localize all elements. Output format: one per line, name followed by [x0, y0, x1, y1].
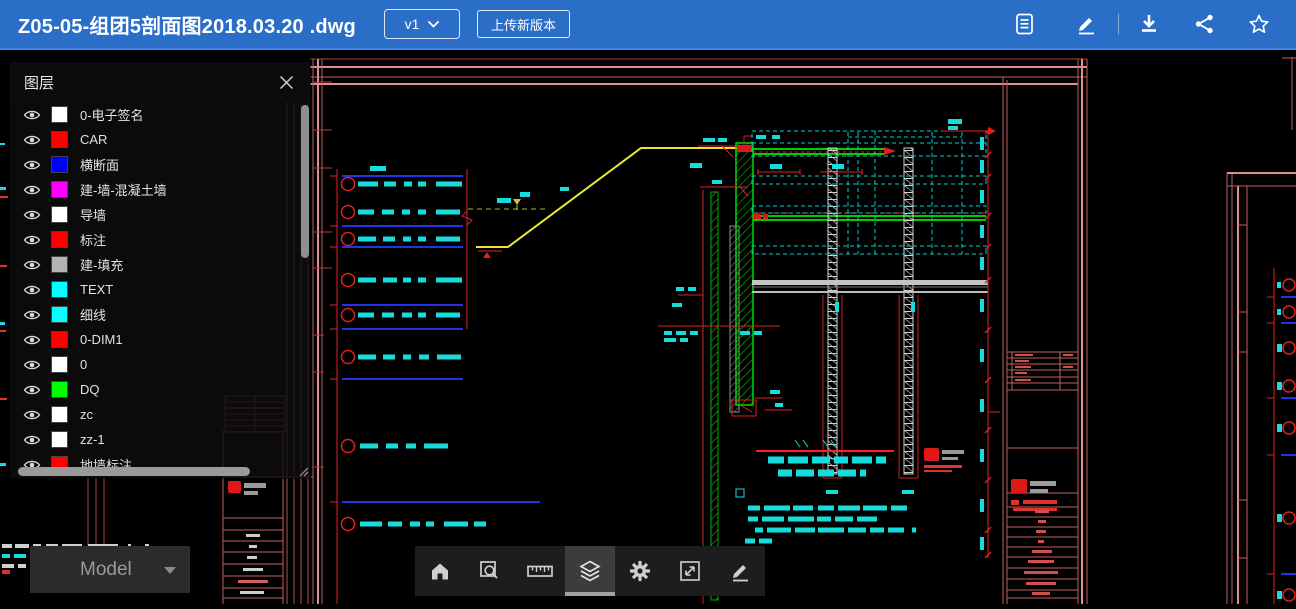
layer-row[interactable]: 标注	[10, 227, 310, 252]
layer-color-swatch[interactable]	[52, 257, 67, 272]
layer-name-label: 标注	[80, 230, 106, 249]
horizontal-scrollbar[interactable]	[18, 467, 250, 476]
layer-name-label: zz-1	[80, 432, 105, 447]
layer-color-swatch[interactable]	[52, 182, 67, 197]
layer-color-swatch[interactable]	[52, 132, 67, 147]
eye-visibility-icon[interactable]	[23, 158, 41, 172]
layer-row[interactable]: zz-1	[10, 427, 310, 452]
layer-color-swatch[interactable]	[52, 107, 67, 122]
layer-color-swatch[interactable]	[52, 332, 67, 347]
eye-visibility-icon[interactable]	[23, 333, 41, 347]
settings-button[interactable]	[615, 546, 665, 596]
layer-color-swatch[interactable]	[52, 307, 67, 322]
eye-visibility-icon[interactable]	[23, 133, 41, 147]
zoom-window-icon	[478, 559, 502, 583]
download-icon[interactable]	[1138, 12, 1160, 36]
eye-visibility-icon[interactable]	[23, 108, 41, 122]
layer-color-swatch[interactable]	[52, 232, 67, 247]
upload-new-version-button[interactable]: 上传新版本	[477, 10, 570, 38]
eye-visibility-icon[interactable]	[23, 358, 41, 372]
layer-row[interactable]: CAR	[10, 127, 310, 152]
topbar-divider	[1118, 14, 1119, 34]
layer-name-label: 0	[80, 357, 87, 372]
layer-name-label: 建-墙-混凝土墙	[80, 180, 167, 199]
layers-panel-title: 图层	[24, 72, 54, 93]
measure-icon	[526, 559, 554, 583]
close-icon[interactable]	[276, 72, 296, 92]
markup-icon	[728, 559, 752, 583]
layers-panel: 图层 0-电子签名 CAR	[10, 62, 310, 478]
layers-panel-header: 图层	[10, 62, 310, 102]
layer-color-swatch[interactable]	[52, 407, 67, 422]
layer-name-label: CAR	[80, 132, 107, 147]
layer-name-label: 导墙	[80, 205, 106, 224]
topbar-icons	[1013, 0, 1296, 48]
model-selector-label: Model	[30, 559, 132, 581]
fullscreen-button[interactable]	[665, 546, 715, 596]
layer-row[interactable]: TEXT	[10, 277, 310, 302]
zoom-window-button[interactable]	[465, 546, 515, 596]
layer-row[interactable]: 细线	[10, 302, 310, 327]
eye-visibility-icon[interactable]	[23, 308, 41, 322]
layer-name-label: 横断面	[80, 155, 119, 174]
layer-row[interactable]: zc	[10, 402, 310, 427]
layer-name-label: 0-DIM1	[80, 332, 123, 347]
caret-down-icon	[164, 567, 176, 574]
share-icon[interactable]	[1193, 12, 1215, 36]
layer-row[interactable]: 0	[10, 352, 310, 377]
eye-visibility-icon[interactable]	[23, 283, 41, 297]
document-icon[interactable]	[1013, 12, 1035, 36]
layer-color-swatch[interactable]	[52, 357, 67, 372]
eye-visibility-icon[interactable]	[23, 233, 41, 247]
settings-icon	[628, 559, 652, 583]
model-selector[interactable]: Model	[30, 546, 190, 593]
home-button[interactable]	[415, 546, 465, 596]
layer-name-label: TEXT	[80, 282, 113, 297]
layers-button[interactable]	[565, 546, 615, 596]
vertical-scrollbar[interactable]	[301, 105, 309, 258]
layer-row[interactable]: 建-填充	[10, 252, 310, 277]
eye-visibility-icon[interactable]	[23, 208, 41, 222]
chevron-down-icon	[428, 21, 439, 28]
layer-row[interactable]: 导墙	[10, 202, 310, 227]
layer-name-label: 细线	[80, 305, 106, 324]
fullscreen-icon	[678, 559, 702, 583]
measure-button[interactable]	[515, 546, 565, 596]
annotate-icon[interactable]	[1075, 12, 1097, 36]
eye-visibility-icon[interactable]	[23, 408, 41, 422]
layer-row[interactable]: DQ	[10, 377, 310, 402]
layer-color-swatch[interactable]	[52, 207, 67, 222]
favorite-icon[interactable]	[1248, 12, 1270, 36]
layer-name-label: zc	[80, 407, 93, 422]
version-label: v1	[405, 16, 420, 32]
layer-color-swatch[interactable]	[52, 157, 67, 172]
document-title: Z05-05-组团5剖面图2018.03.20 .dwg	[18, 10, 356, 39]
layer-row[interactable]: 0-DIM1	[10, 327, 310, 352]
version-select[interactable]: v1	[384, 9, 460, 39]
layer-name-label: 建-填充	[80, 255, 123, 274]
panel-resize-handle[interactable]	[296, 464, 309, 477]
layers-list: 0-电子签名 CAR 横断面 建-墙-混凝土墙	[10, 102, 310, 478]
viewer-toolbar	[415, 546, 765, 596]
layer-color-swatch[interactable]	[52, 432, 67, 447]
eye-visibility-icon[interactable]	[23, 258, 41, 272]
eye-visibility-icon[interactable]	[23, 383, 41, 397]
layer-color-swatch[interactable]	[52, 282, 67, 297]
eye-visibility-icon[interactable]	[23, 183, 41, 197]
top-bar: Z05-05-组团5剖面图2018.03.20 .dwg v1 上传新版本	[0, 0, 1296, 50]
markup-button[interactable]	[715, 546, 765, 596]
layer-row[interactable]: 建-墙-混凝土墙	[10, 177, 310, 202]
layer-color-swatch[interactable]	[52, 382, 67, 397]
eye-visibility-icon[interactable]	[23, 433, 41, 447]
layer-name-label: DQ	[80, 382, 100, 397]
home-icon	[428, 559, 452, 583]
layers-icon	[578, 559, 602, 583]
layer-name-label: 0-电子签名	[80, 105, 144, 124]
layer-row[interactable]: 横断面	[10, 152, 310, 177]
layer-row[interactable]: 0-电子签名	[10, 102, 310, 127]
